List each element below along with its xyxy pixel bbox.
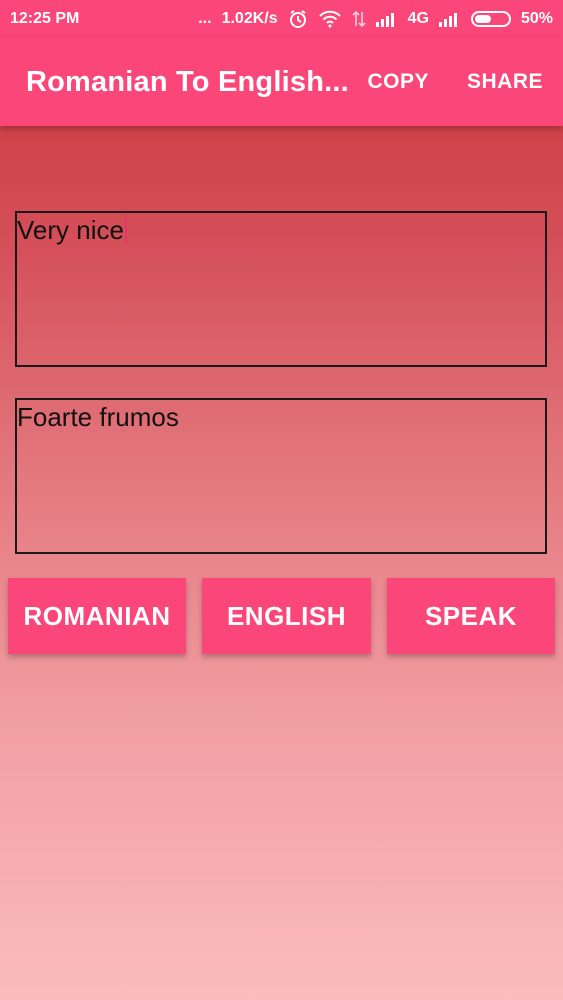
romanian-button[interactable]: ROMANIAN bbox=[8, 578, 186, 654]
signal-icon bbox=[375, 11, 398, 27]
copy-button[interactable]: COPY bbox=[367, 70, 429, 94]
network-type: 4G bbox=[407, 10, 429, 27]
status-time: 12:25 PM bbox=[10, 10, 80, 27]
alarm-icon bbox=[288, 9, 308, 29]
wifi-icon bbox=[318, 10, 342, 28]
english-button[interactable]: ENGLISH bbox=[202, 578, 371, 654]
status-icons: ... 1.02K/s 4G 50% bbox=[198, 9, 553, 29]
battery-percent: 50% bbox=[520, 10, 553, 27]
signal-icon-2 bbox=[438, 11, 461, 27]
app-bar: Romanian To English... COPY SHARE bbox=[0, 38, 563, 126]
translated-text-value: Foarte frumos bbox=[17, 402, 179, 432]
translated-text-output[interactable]: Foarte frumos bbox=[15, 398, 547, 554]
source-text-value: Very nice bbox=[17, 215, 124, 245]
app-title: Romanian To English... bbox=[26, 65, 349, 98]
status-bar: 12:25 PM ... 1.02K/s 4G 50% bbox=[0, 0, 563, 38]
battery-icon bbox=[470, 11, 511, 27]
more-dots: ... bbox=[198, 10, 212, 27]
share-button[interactable]: SHARE bbox=[467, 70, 543, 94]
network-speed: 1.02K/s bbox=[221, 10, 278, 27]
speak-button[interactable]: SPEAK bbox=[387, 578, 555, 654]
data-arrows-icon bbox=[352, 10, 366, 28]
source-text-input[interactable]: Very nice bbox=[15, 211, 547, 367]
app-actions: COPY SHARE bbox=[367, 70, 543, 94]
text-cursor bbox=[124, 215, 127, 243]
